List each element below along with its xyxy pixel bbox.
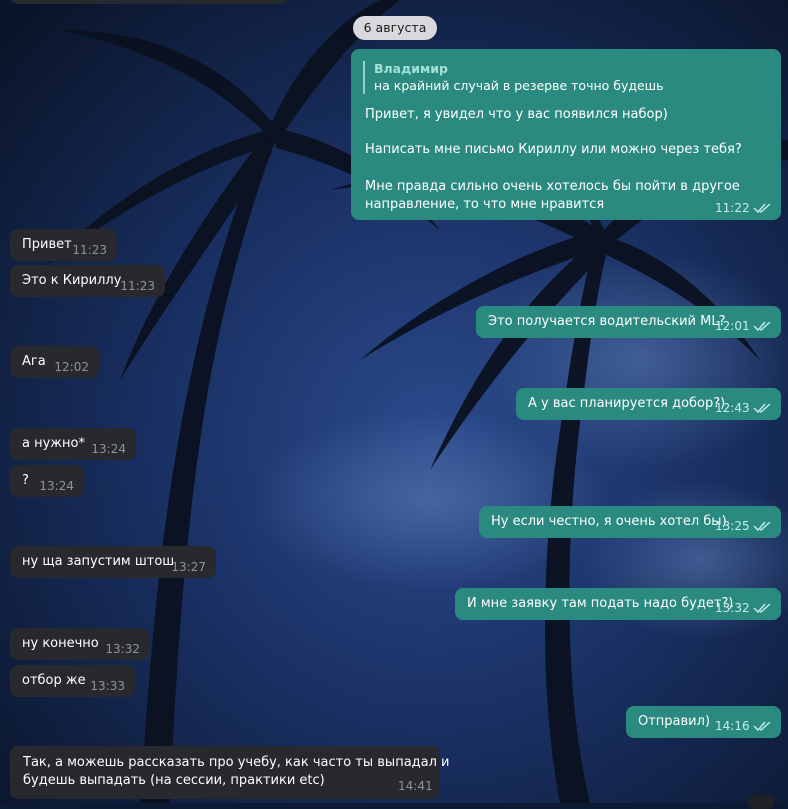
message-bubble-outgoing[interactable]: А у вас планируется добор?) 12:43 [516, 388, 781, 420]
message-bubble-outgoing[interactable]: Отправил) 14:16 [626, 706, 781, 738]
double-check-icon [753, 721, 771, 732]
message-text: Ну если честно, я очень хотел бы) [491, 514, 727, 529]
message-time: 13:33 [90, 679, 125, 693]
double-check-icon [753, 603, 771, 614]
message-time: 13:25 [715, 519, 750, 533]
message-time: 11:22 [715, 201, 750, 215]
message-text: ? [22, 473, 29, 488]
message-text: а нужно* [22, 436, 85, 451]
message-text: ну ща запустим штош [22, 554, 175, 569]
message-time: 14:41 [398, 779, 433, 793]
double-check-icon [753, 203, 771, 214]
message-time: 13:32 [715, 601, 750, 615]
message-bubble-incoming[interactable]: отбор же 13:33 [10, 665, 135, 697]
message-time: 14:16 [715, 719, 750, 733]
message-bubble-incoming[interactable]: ? 13:24 [10, 465, 84, 497]
message-time: 13:24 [39, 479, 74, 493]
double-check-icon [753, 521, 771, 532]
message-text-line: Привет, я увидел что у вас появился набо… [365, 107, 668, 122]
double-check-icon [753, 403, 771, 414]
message-bubble-incoming[interactable]: ну конечно 13:32 [10, 628, 150, 660]
reply-quote[interactable]: Владимир на крайний случай в резерве точ… [363, 61, 664, 94]
message-text: Это получается водительский ML? [488, 314, 726, 329]
message-time: 13:27 [171, 560, 206, 574]
reply-text: на крайний случай в резерве точно будешь [374, 78, 664, 93]
message-bubble-incoming[interactable]: Ага 12:02 [10, 346, 99, 378]
message-bubble-outgoing[interactable]: Это получается водительский ML? 12:01 [476, 306, 781, 338]
message-text: Привет [22, 237, 72, 252]
message-bubble-incoming[interactable]: Это к Кириллу 11:23 [10, 265, 165, 297]
message-text: А у вас планируется добор?) [528, 396, 726, 411]
message-text: Это к Кириллу [22, 273, 122, 288]
previous-message-stub [10, 0, 288, 4]
message-time: 12:43 [715, 401, 750, 415]
message-time: 13:32 [105, 642, 140, 656]
message-text-line: направление, то что мне нравится [365, 197, 605, 212]
message-time: 11:23 [72, 243, 107, 257]
message-bubble-outgoing-with-reply[interactable]: Владимир на крайний случай в резерве точ… [351, 49, 781, 220]
message-text-line: Мне правда сильно очень хотелось бы пойт… [365, 179, 740, 194]
message-text-line: Так, а можешь рассказать про учебу, как … [23, 755, 450, 770]
message-bubble-outgoing[interactable]: И мне заявку там подать надо будет?) 13:3… [455, 588, 781, 620]
date-separator: 6 августа [353, 16, 437, 40]
message-text: И мне заявку там подать надо будет?) [467, 596, 734, 611]
message-bubble-incoming[interactable]: Так, а можешь рассказать про учебу, как … [10, 746, 450, 799]
message-text: Ага [22, 354, 46, 369]
double-check-icon [753, 321, 771, 332]
message-text: ну конечно [22, 636, 99, 651]
message-time: 12:01 [715, 319, 750, 333]
reply-author: Владимир [374, 61, 448, 76]
message-text: отбор же [22, 673, 86, 688]
message-text-line: будешь выпадать (на сессии, практики etc… [23, 773, 325, 788]
message-time: 12:02 [54, 360, 89, 374]
message-bubble-outgoing[interactable]: Ну если честно, я очень хотел бы) 13:25 [479, 506, 781, 538]
message-text-line: Написать мне письмо Кириллу или можно че… [365, 142, 742, 157]
message-bubble-incoming[interactable]: Привет 11:23 [10, 229, 117, 261]
message-bubble-incoming[interactable]: ну ща запустим штош 13:27 [10, 546, 216, 578]
message-bubble-incoming[interactable]: а нужно* 13:24 [10, 428, 136, 460]
message-time: 11:23 [120, 279, 155, 293]
scroll-down-button[interactable] [748, 795, 774, 809]
message-text: Отправил) [638, 714, 711, 729]
message-time: 13:24 [91, 442, 126, 456]
